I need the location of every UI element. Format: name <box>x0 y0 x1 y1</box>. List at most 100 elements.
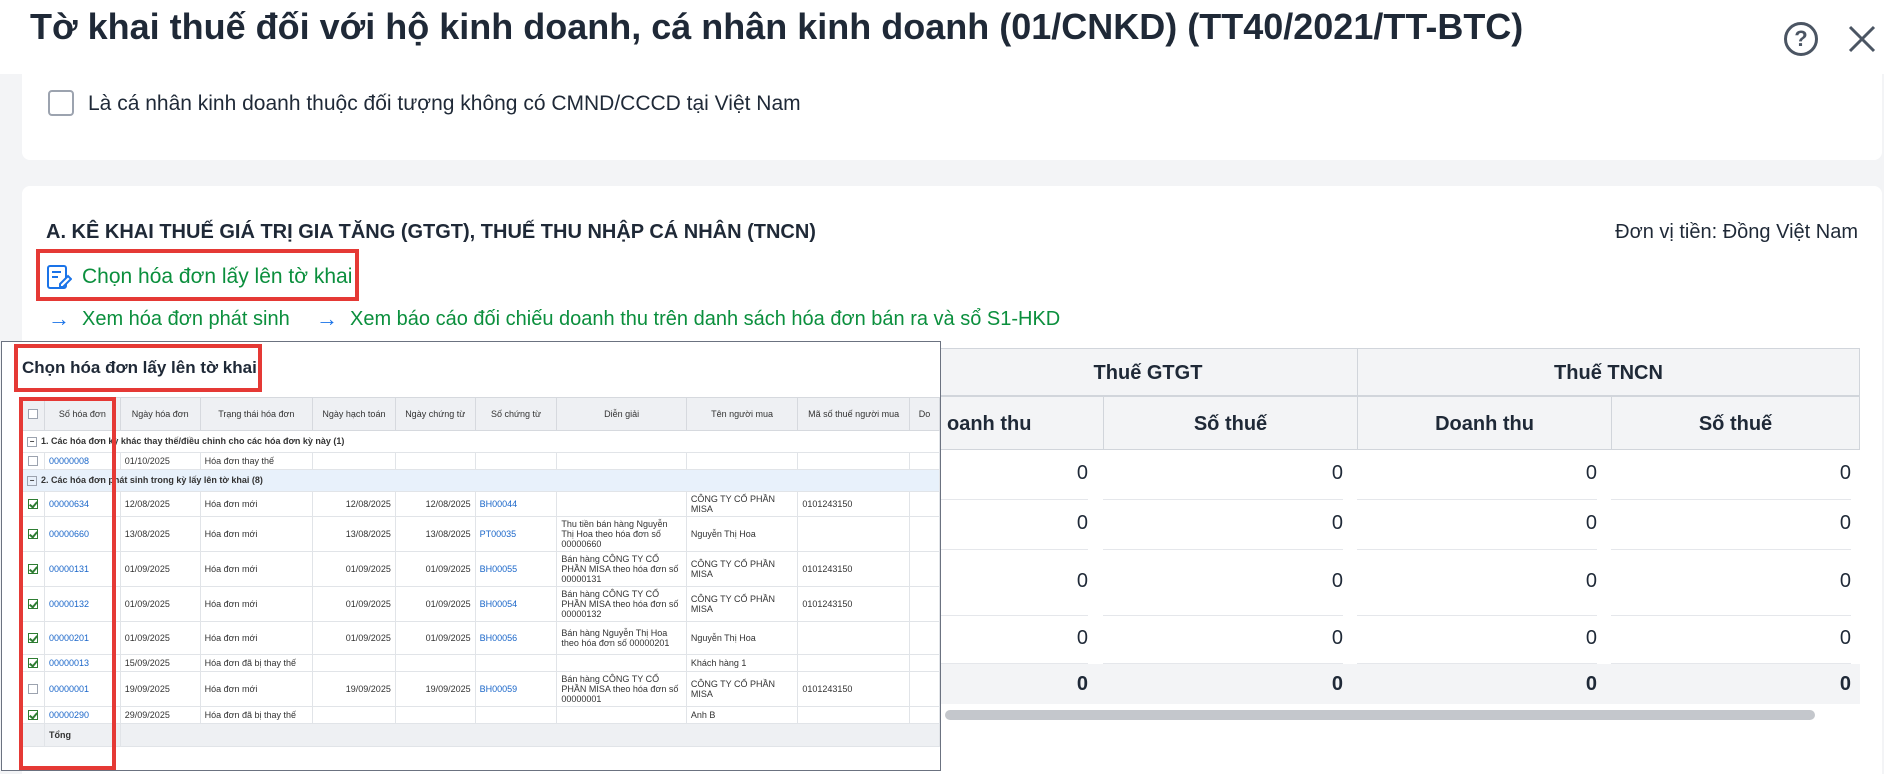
select-all-checkbox[interactable] <box>28 409 39 420</box>
cell-doc_date: 01/09/2025 <box>394 551 476 587</box>
summary-cell: 0 <box>938 616 1088 664</box>
page-title: Tờ khai thuế đối với hộ kinh doanh, cá n… <box>30 6 1524 47</box>
row-checkbox[interactable] <box>28 633 39 644</box>
table-row[interactable]: 00000001 19/09/2025 Hóa đơn mới 19/09/2025 1… <box>22 671 940 707</box>
row-checkbox[interactable] <box>28 658 39 669</box>
cell-no[interactable]: 00000008 <box>43 452 121 470</box>
summary-cell: 0 <box>1103 550 1343 616</box>
row-select-cell[interactable] <box>22 452 45 470</box>
cell-no[interactable]: 00000132 <box>43 586 121 622</box>
cell-status: Hóa đơn mới <box>199 551 314 587</box>
summary-cell: 0 <box>1611 550 1851 616</box>
cell-doc_no[interactable] <box>474 452 558 470</box>
row-select-cell[interactable] <box>22 621 45 655</box>
row-checkbox[interactable] <box>28 710 39 721</box>
cell-status: Hóa đơn thay thế <box>199 452 314 470</box>
cell-no[interactable]: 00000660 <box>43 516 121 552</box>
row-select-cell[interactable] <box>22 654 45 672</box>
revenue-report-link[interactable]: → Xem báo cáo đối chiếu doanh thu trên d… <box>316 306 1060 332</box>
cell-post: 13/08/2025 <box>312 516 396 552</box>
cell-desc <box>556 706 687 724</box>
row-select-cell[interactable] <box>22 586 45 622</box>
cell-tax: 0101243150 <box>797 491 910 517</box>
cell-tax <box>797 654 910 672</box>
summary-cell: 0 <box>1357 550 1597 616</box>
row-checkbox[interactable] <box>28 599 39 610</box>
column-header: Tên người mua <box>685 397 799 431</box>
cell-desc: Bán hàng Nguyễn Thị Hoa theo hóa đơn số … <box>556 621 687 655</box>
column-header: Trạng thái hóa đơn <box>199 397 314 431</box>
cell-doc_no[interactable]: BH00056 <box>474 621 558 655</box>
group-label: 1. Các hóa đơn kỳ khác thay thế/điều chỉ… <box>41 436 345 447</box>
view-invoices-link[interactable]: → Xem hóa đơn phát sinh <box>48 306 290 332</box>
group-cell: −2. Các hóa đơn phát sinh trong kỳ lấy l… <box>22 469 940 492</box>
row-select-cell[interactable] <box>22 671 45 707</box>
table-row[interactable]: 00000201 01/09/2025 Hóa đơn mới 01/09/2025 0… <box>22 621 940 655</box>
column-header: Số hóa đơn <box>43 397 121 431</box>
cell-date: 13/08/2025 <box>119 516 201 552</box>
group-label: 2. Các hóa đơn phát sinh trong kỳ lấy lê… <box>41 475 263 486</box>
column-header: Ngày chứng từ <box>394 397 476 431</box>
table-row[interactable]: 00000013 15/09/2025 Hóa đơn đã bị thay thế… <box>22 654 940 672</box>
cell-no[interactable]: 00000634 <box>43 491 121 517</box>
table-row[interactable]: 00000660 13/08/2025 Hóa đơn mới 13/08/2025 1… <box>22 516 940 552</box>
cell-doc_no[interactable]: BH00054 <box>474 586 558 622</box>
cell-buyer: CÔNG TY CỔ PHẦN MISA <box>685 671 799 707</box>
cell-buyer: CÔNG TY CỔ PHẦN MISA <box>685 491 799 517</box>
cell-status: Hóa đơn đã bị thay thế <box>199 706 314 724</box>
close-icon[interactable] <box>1845 22 1879 56</box>
cell-doc_no[interactable]: BH00055 <box>474 551 558 587</box>
cell-doc_no[interactable]: PT00035 <box>474 516 558 552</box>
cell-desc: Bán hàng CÔNG TY CỔ PHẦN MISA theo hóa đ… <box>556 586 687 622</box>
cell-no[interactable]: 00000201 <box>43 621 121 655</box>
row-select-cell[interactable] <box>22 551 45 587</box>
cell-doc_no[interactable]: BH00044 <box>474 491 558 517</box>
choose-invoices-link[interactable]: Chọn hóa đơn lấy lên tờ khai <box>46 262 352 292</box>
table-row[interactable]: 00000290 29/09/2025 Hóa đơn đã bị thay thế… <box>22 706 940 724</box>
total-rest <box>119 723 940 747</box>
no-id-checkbox-label: Là cá nhân kinh doanh thuộc đối tượng kh… <box>88 92 801 115</box>
collapse-icon[interactable]: − <box>27 475 37 486</box>
cell-doc_no[interactable] <box>474 706 558 724</box>
cell-desc: Bán hàng CÔNG TY CỔ PHẦN MISA theo hóa đ… <box>556 671 687 707</box>
row-checkbox[interactable] <box>28 564 39 575</box>
collapse-icon[interactable]: − <box>27 436 37 447</box>
row-select-cell[interactable] <box>22 706 45 724</box>
popup-title: Chọn hóa đơn lấy lên tờ khai <box>22 358 257 377</box>
summary-total-cell: 0 <box>1076 673 1088 695</box>
column-header: Mã số thuế người mua <box>797 397 910 431</box>
row-checkbox[interactable] <box>28 499 39 510</box>
select-all-cell[interactable] <box>22 397 45 431</box>
row-checkbox[interactable] <box>28 456 39 467</box>
cell-tax <box>797 706 910 724</box>
cell-doc_no[interactable]: BH00059 <box>474 671 558 707</box>
group-row: −1. Các hóa đơn kỳ khác thay thế/điều ch… <box>22 430 940 453</box>
cell-tax: 0101243150 <box>797 671 910 707</box>
cell-post: 01/09/2025 <box>312 621 396 655</box>
horizontal-scrollbar[interactable] <box>945 710 1815 720</box>
cell-no[interactable]: 00000131 <box>43 551 121 587</box>
table-row[interactable]: 00000008 01/10/2025 Hóa đơn thay thế <box>22 452 940 470</box>
cell-extra <box>908 654 940 672</box>
cell-no[interactable]: 00000001 <box>43 671 121 707</box>
cell-no[interactable]: 00000013 <box>43 654 121 672</box>
row-checkbox[interactable] <box>28 529 39 540</box>
summary-cell: 0 <box>1611 500 1851 550</box>
table-row[interactable]: 00000131 01/09/2025 Hóa đơn mới 01/09/2025 0… <box>22 551 940 587</box>
cell-buyer <box>685 452 799 470</box>
cell-doc_no[interactable] <box>474 654 558 672</box>
help-icon[interactable]: ? <box>1784 22 1818 56</box>
cell-tax <box>797 452 910 470</box>
row-select-cell[interactable] <box>22 516 45 552</box>
no-id-checkbox[interactable] <box>48 90 74 116</box>
table-row[interactable]: 00000634 12/08/2025 Hóa đơn mới 12/08/2025 1… <box>22 491 940 517</box>
summary-cell: 0 <box>938 550 1088 616</box>
cell-no[interactable]: 00000290 <box>43 706 121 724</box>
cell-extra <box>908 586 940 622</box>
table-row[interactable]: 00000132 01/09/2025 Hóa đơn mới 01/09/2025 0… <box>22 586 940 622</box>
vat-group-header: Thuế GTGT <box>938 348 1358 396</box>
column-header: Do <box>908 397 940 431</box>
option-card <box>22 74 1882 160</box>
row-select-cell[interactable] <box>22 491 45 517</box>
row-checkbox[interactable] <box>28 684 39 695</box>
